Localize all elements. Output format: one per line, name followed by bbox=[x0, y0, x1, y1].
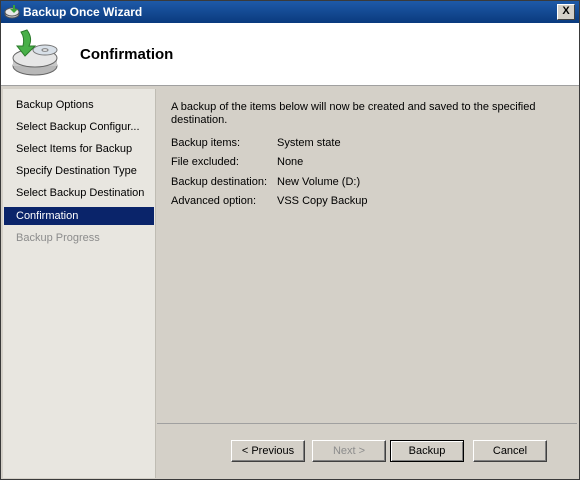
wizard-header: Confirmation bbox=[1, 23, 579, 86]
sidebar-item-select-backup-destination[interactable]: Select Backup Destination bbox=[4, 184, 154, 202]
summary-value: New Volume (D:) bbox=[277, 176, 361, 188]
sidebar-item-backup-progress: Backup Progress bbox=[16, 232, 100, 244]
sidebar-item-backup-options[interactable]: Backup Options bbox=[4, 96, 154, 114]
next-button: Next > bbox=[312, 440, 386, 462]
summary-label: Backup destination: bbox=[171, 176, 268, 188]
confirmation-panel: A backup of the items below will now be … bbox=[157, 89, 577, 423]
summary-label: Advanced option: bbox=[171, 195, 257, 207]
sidebar-item-specify-destination-type[interactable]: Specify Destination Type bbox=[4, 162, 154, 180]
previous-button[interactable]: < Previous bbox=[231, 440, 305, 462]
sidebar-item-select-items-for-backup[interactable]: Select Items for Backup bbox=[4, 140, 154, 158]
sidebar-item-select-backup-configuration[interactable]: Select Backup Configur... bbox=[4, 118, 154, 136]
summary-value: System state bbox=[277, 137, 341, 149]
title-bar[interactable]: Backup Once Wizard X bbox=[1, 1, 579, 23]
sidebar-item-confirmation[interactable]: Confirmation bbox=[4, 207, 154, 225]
close-button[interactable]: X bbox=[557, 4, 575, 20]
backup-drive-icon bbox=[12, 29, 58, 76]
wizard-steps-nav: Backup Options Select Backup Configur...… bbox=[3, 89, 156, 478]
page-title: Confirmation bbox=[80, 46, 174, 63]
window-title: Backup Once Wizard bbox=[23, 5, 143, 19]
summary-label: File excluded: bbox=[171, 156, 239, 168]
button-bar: < Previous Next > Backup Cancel bbox=[157, 423, 577, 479]
wizard-window: Backup Once Wizard X Confirmation Backup… bbox=[0, 0, 580, 480]
backup-app-icon bbox=[4, 5, 20, 19]
summary-label: Backup items: bbox=[171, 137, 241, 149]
summary-value: VSS Copy Backup bbox=[277, 195, 368, 207]
cancel-button[interactable]: Cancel bbox=[473, 440, 547, 462]
intro-text: A backup of the items below will now be … bbox=[171, 101, 536, 126]
backup-button[interactable]: Backup bbox=[390, 440, 464, 462]
summary-value: None bbox=[277, 156, 304, 168]
